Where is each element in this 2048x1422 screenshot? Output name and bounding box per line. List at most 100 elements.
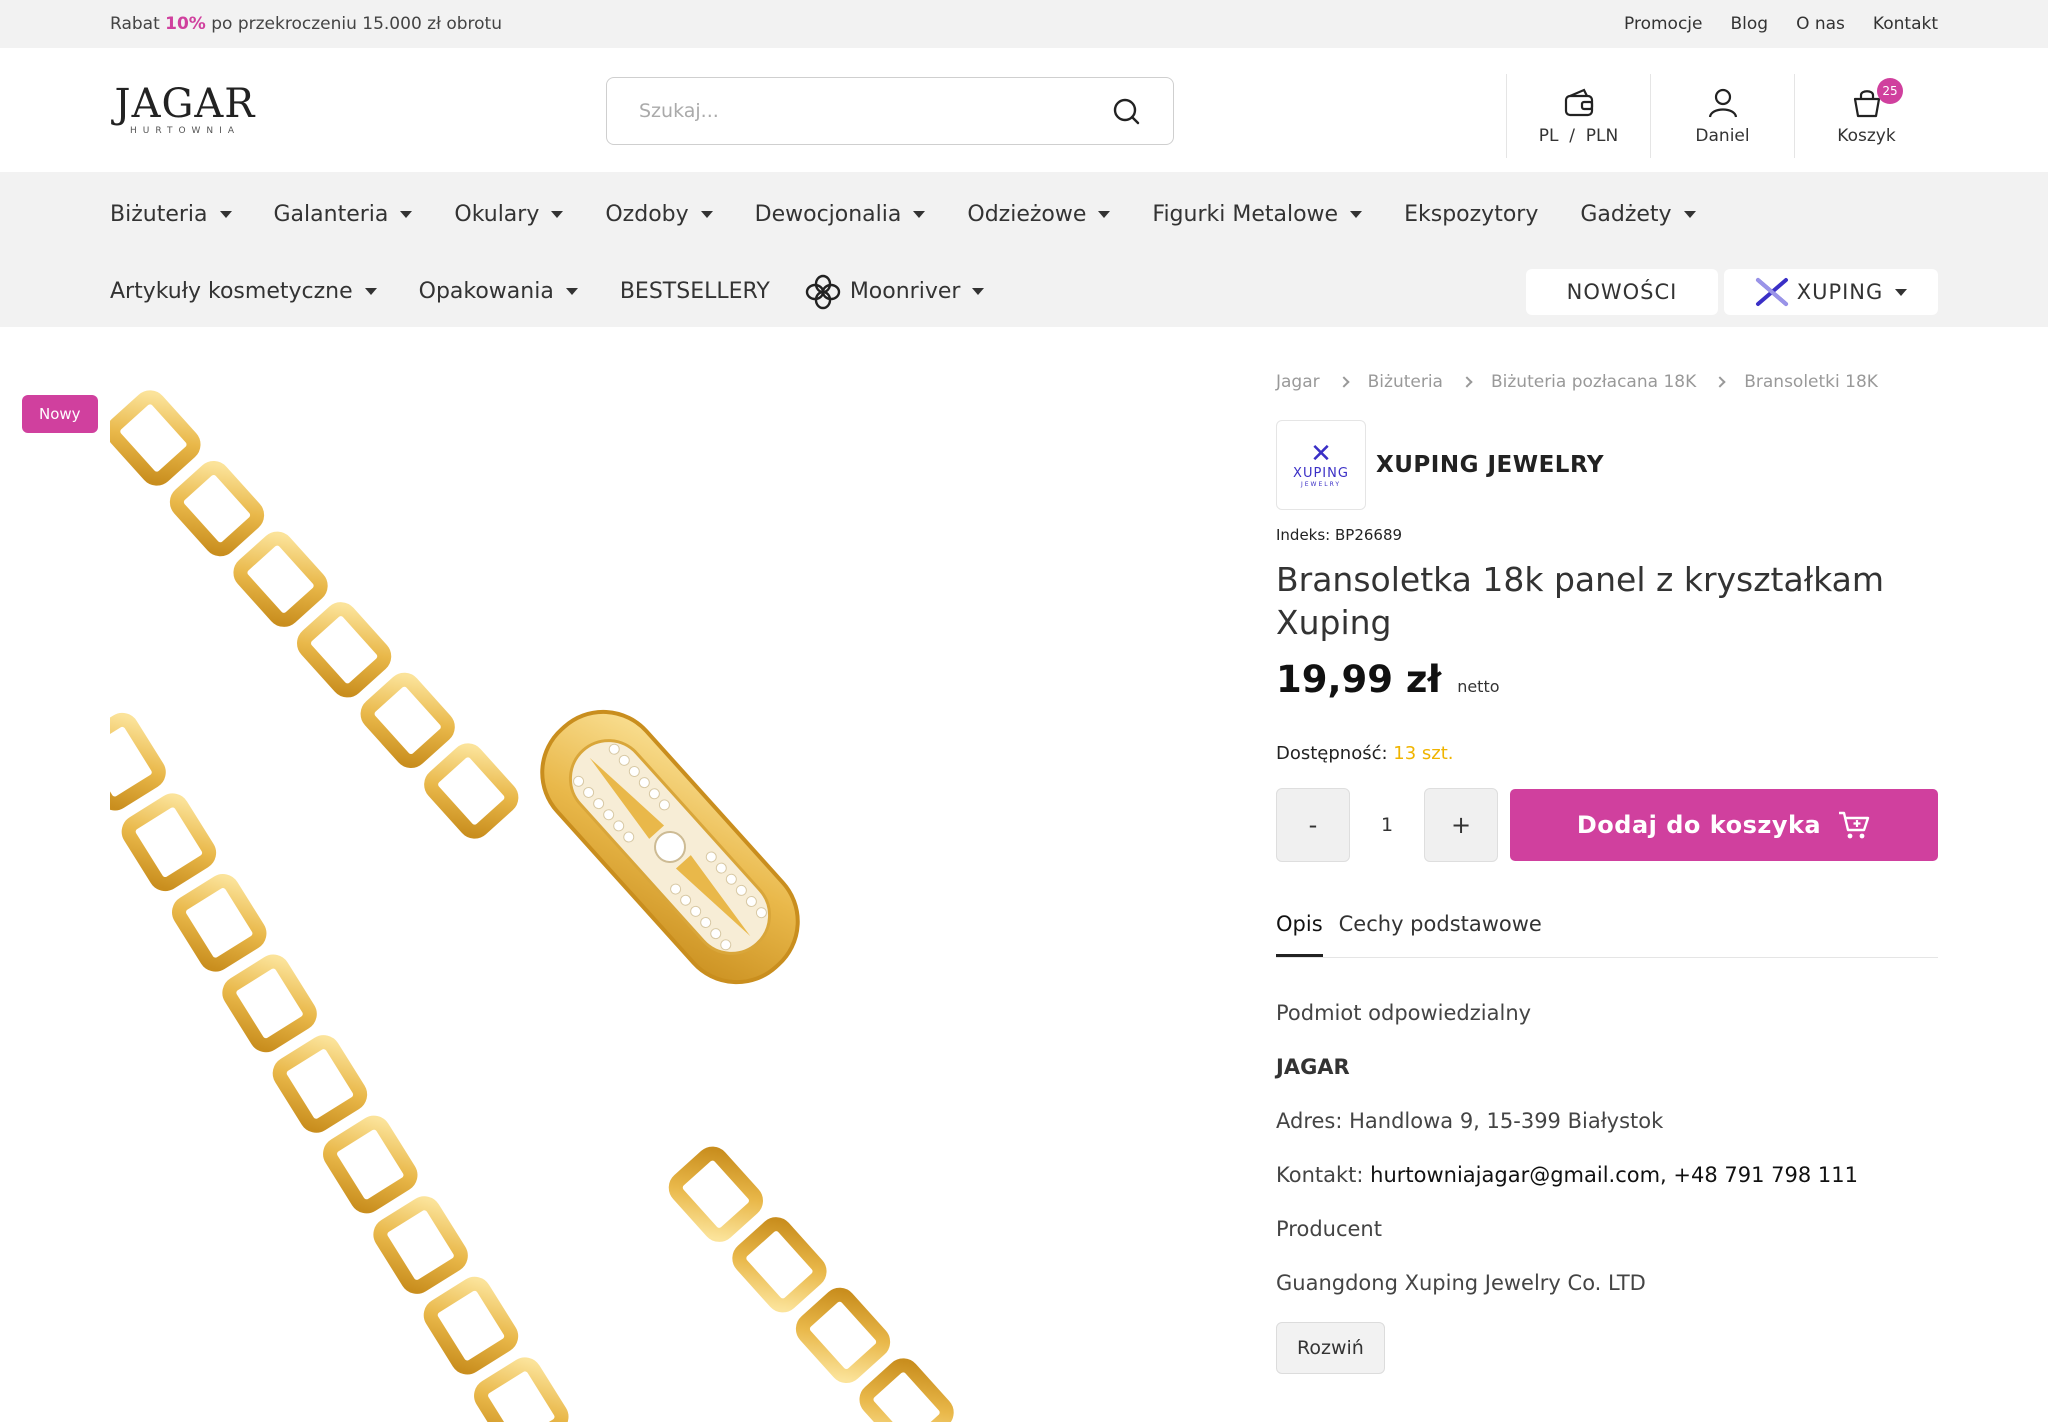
product-description: Podmiot odpowiedzialny JAGAR Adres: Hand… — [1276, 1000, 1938, 1374]
search-input[interactable] — [639, 100, 1111, 122]
brand-name: XUPING JEWELRY — [1376, 452, 1605, 478]
top-links: Promocje Blog O nas Kontakt — [1624, 14, 1938, 34]
xuping-menu[interactable]: XUPING — [1724, 269, 1938, 315]
xuping-icon — [1755, 278, 1788, 306]
brand-row: ✕ XUPING JEWELRY XUPING JEWELRY — [1276, 420, 1938, 510]
cart-button[interactable]: 25 Koszyk — [1794, 74, 1938, 158]
chevron-down-icon — [364, 288, 377, 295]
nav-figurki-metalowe[interactable]: Figurki Metalowe — [1152, 202, 1363, 227]
nav-bestsellery[interactable]: BESTSELLERY — [620, 279, 770, 304]
price-note: netto — [1457, 677, 1500, 696]
buy-row: - 1 + Dodaj do koszyka — [1276, 788, 1938, 862]
qty-minus-button[interactable]: - — [1276, 788, 1350, 862]
desc-line: Producent — [1276, 1217, 1382, 1241]
product-sku: Indeks: BP26689 — [1276, 526, 1403, 544]
breadcrumb-item[interactable]: Biżuteria — [1368, 372, 1443, 392]
promo-prefix: Rabat — [110, 14, 166, 34]
nav-odziezowe[interactable]: Odzieżowe — [967, 202, 1111, 227]
nav-galanteria[interactable]: Galanteria — [274, 202, 413, 227]
desc-line: Podmiot odpowiedzialny — [1276, 1001, 1532, 1025]
nowosci-button[interactable]: NOWOŚCI — [1526, 269, 1718, 315]
desc-manufacturer: Guangdong Xuping Jewelry Co. LTD — [1276, 1271, 1646, 1295]
add-to-cart-button[interactable]: Dodaj do koszyka — [1510, 789, 1938, 861]
nav-okulary[interactable]: Okulary — [454, 202, 564, 227]
chevron-down-icon — [972, 288, 985, 295]
search-box — [606, 77, 1174, 145]
user-icon — [1708, 88, 1737, 118]
breadcrumb-item[interactable]: Jagar — [1276, 372, 1320, 392]
site-logo[interactable]: JAGAR HURTOWNIA — [110, 84, 260, 136]
nav-gadzety[interactable]: Gadżety — [1580, 202, 1696, 227]
cart-count-badge: 25 — [1877, 78, 1903, 104]
chevron-down-icon — [700, 210, 713, 218]
chevron-down-icon — [551, 210, 564, 218]
chevron-down-icon — [1098, 210, 1111, 218]
promo-suffix: po przekroczeniu 15.000 zł obrotu — [205, 14, 502, 34]
brand-logo[interactable]: ✕ XUPING JEWELRY — [1276, 420, 1366, 510]
add-to-cart-label: Dodaj do koszyka — [1576, 811, 1822, 839]
chevron-down-icon — [913, 210, 926, 218]
product-title: Bransoletka 18k panel z kryształkam Xupi… — [1276, 560, 1884, 642]
link-o-nas[interactable]: O nas — [1796, 14, 1845, 34]
nav-moonriver[interactable]: Moonriver — [804, 273, 985, 311]
chevron-right-icon — [1461, 376, 1473, 388]
add-cart-icon — [1839, 811, 1870, 839]
promo-text: Rabat 10% po przekroczeniu 15.000 zł obr… — [110, 14, 502, 34]
chevron-down-icon — [1350, 210, 1363, 218]
nav-ozdoby[interactable]: Ozdoby — [605, 202, 713, 227]
nav-artykuly-kosmetyczne[interactable]: Artykuły kosmetyczne — [110, 279, 377, 304]
currency-selector[interactable]: PL / PLN — [1506, 74, 1650, 158]
header-actions: PL / PLN Daniel 25 Koszyk — [1506, 74, 1938, 158]
nav-bizuteria[interactable]: Biżuteria — [110, 202, 232, 227]
nav-row-2: Artykuły kosmetyczne Opakowania BESTSELL… — [110, 256, 1938, 327]
logo-main: JAGAR — [114, 81, 256, 127]
top-bar: Rabat 10% po przekroczeniu 15.000 zł obr… — [0, 0, 2048, 48]
nav-ekspozytory[interactable]: Ekspozytory — [1404, 202, 1538, 227]
account-label: Daniel — [1695, 126, 1750, 146]
quantity-input[interactable]: 1 — [1350, 814, 1424, 836]
brand-logo-sub: JEWELRY — [1300, 481, 1342, 488]
desc-company: JAGAR — [1276, 1055, 1350, 1079]
chevron-down-icon — [1683, 210, 1696, 218]
bracelet-image — [110, 390, 954, 1422]
xuping-icon: ✕ — [1310, 439, 1332, 469]
search-icon[interactable] — [1111, 96, 1141, 126]
link-promocje[interactable]: Promocje — [1624, 14, 1702, 34]
chevron-right-icon — [1714, 376, 1726, 388]
brand-logo-text: XUPING — [1293, 466, 1349, 481]
availability-value: 13 szt. — [1393, 743, 1454, 764]
moonriver-icon — [805, 274, 841, 309]
header: JAGAR HURTOWNIA PL / PLN Daniel — [0, 48, 2048, 172]
account-button[interactable]: Daniel — [1650, 74, 1794, 158]
expand-button[interactable]: Rozwiń — [1276, 1322, 1385, 1374]
product-image[interactable] — [110, 372, 1195, 1422]
product-info: Jagar Biżuteria Biżuteria pozłacana 18K … — [1276, 372, 1938, 1374]
product-price: 19,99 zł — [1276, 658, 1442, 701]
breadcrumb-item[interactable]: Biżuteria pozłacana 18K — [1491, 372, 1696, 392]
contact-value[interactable]: hurtowniajagar@gmail.com, +48 791 798 11… — [1370, 1163, 1858, 1187]
availability-label: Dostępność: — [1276, 743, 1394, 764]
desc-address: Adres: Handlowa 9, 15-399 Białystok — [1276, 1109, 1664, 1133]
main-navigation: Biżuteria Galanteria Okulary Ozdoby Dewo… — [0, 172, 2048, 327]
currency-label: PL / PLN — [1538, 126, 1619, 146]
product-page: Nowy Jagar Biżuteria Biżuteria pozłacana… — [0, 327, 2048, 1422]
nav-dewocjonalia[interactable]: Dewocjonalia — [755, 202, 926, 227]
wallet-icon — [1564, 88, 1593, 117]
desc-contact: Kontakt: hurtowniajagar@gmail.com, +48 7… — [1276, 1163, 1858, 1187]
chevron-down-icon — [565, 288, 578, 295]
qty-plus-button[interactable]: + — [1424, 788, 1498, 862]
price-row: 19,99 zł netto — [1276, 658, 1938, 701]
product-tabs: Opis Cechy podstawowe — [1276, 912, 1938, 958]
chevron-down-icon — [1895, 288, 1908, 296]
chevron-down-icon — [219, 210, 232, 218]
breadcrumb-item[interactable]: Bransoletki 18K — [1744, 372, 1878, 392]
nav-opakowania[interactable]: Opakowania — [419, 279, 578, 304]
chevron-right-icon — [1337, 376, 1350, 388]
tab-cechy-podstawowe[interactable]: Cechy podstawowe — [1339, 912, 1542, 957]
tab-opis[interactable]: Opis — [1276, 912, 1323, 957]
link-blog[interactable]: Blog — [1731, 14, 1769, 34]
chevron-down-icon — [400, 210, 413, 218]
link-kontakt[interactable]: Kontakt — [1873, 14, 1938, 34]
availability: Dostępność: 13 szt. — [1276, 743, 1938, 764]
new-badge: Nowy — [22, 395, 98, 433]
